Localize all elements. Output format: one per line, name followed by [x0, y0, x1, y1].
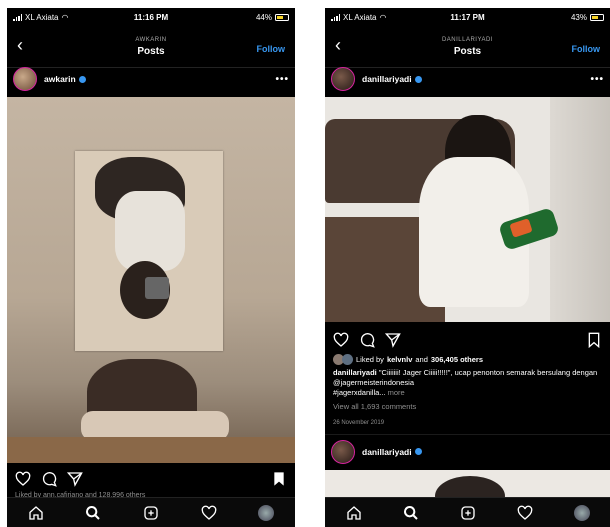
heart-icon[interactable] — [15, 471, 31, 487]
battery-icon — [590, 13, 604, 21]
post-username[interactable]: danillariyadi — [362, 447, 412, 457]
phone-screen-left: XL Axiata ◠ 11:16 PM 44% ‹ AWKARIN Posts… — [7, 8, 295, 527]
bottom-tab-bar — [7, 497, 295, 527]
liked-by-user[interactable]: kelvnlv — [387, 355, 412, 365]
clock: 11:16 PM — [133, 12, 169, 22]
wifi-icon: ◠ — [379, 12, 387, 22]
comment-icon[interactable] — [41, 471, 57, 487]
post-photo[interactable] — [325, 97, 610, 322]
liked-by-prefix: Liked by — [356, 354, 384, 364]
share-icon[interactable] — [67, 471, 83, 487]
phone-screen-right: XL Axiata ◠ 11:17 PM 43% ‹ DANILLARIYADI… — [325, 8, 610, 527]
caption-text: "Ciiiiiii! Jager Ciiiii!!!!!", ucap peno… — [378, 368, 598, 377]
status-bar: XL Axiata ◠ 11:17 PM 43% — [325, 8, 610, 26]
add-icon[interactable] — [460, 505, 476, 521]
caption-mention[interactable]: @jagermeisterindonesia — [333, 378, 414, 387]
activity-icon[interactable] — [201, 505, 217, 521]
signal-icon — [13, 13, 22, 21]
post-username[interactable]: danillariyadi — [362, 74, 412, 84]
home-icon[interactable] — [28, 505, 44, 521]
liker-avatar — [342, 354, 353, 365]
caption-username[interactable]: danillariyadi — [333, 368, 377, 377]
profile-icon[interactable] — [573, 504, 590, 521]
avatar[interactable] — [331, 439, 355, 464]
avatar[interactable] — [13, 67, 37, 91]
nav-subtitle: AWKARIN — [135, 37, 167, 43]
status-bar: XL Axiata ◠ 11:16 PM 44% — [7, 8, 295, 26]
next-post-header: danillariyadi — [325, 434, 610, 468]
post-username[interactable]: awkarin — [44, 74, 76, 84]
verified-icon — [414, 448, 422, 455]
post-date: 26 November 2019 — [333, 420, 385, 426]
heart-icon[interactable] — [333, 332, 349, 348]
share-icon[interactable] — [385, 332, 401, 348]
caption-hashtag[interactable]: #jagerxdanilla... — [333, 388, 386, 397]
post-header: danillariyadi ••• — [325, 62, 610, 96]
signal-icon — [331, 13, 340, 21]
wifi-icon: ◠ — [61, 12, 69, 22]
post-caption: danillariyadi "Ciiiiiii! Jager Ciiiii!!!… — [333, 368, 602, 398]
post-actions — [7, 467, 295, 491]
next-post-photo[interactable] — [325, 470, 610, 500]
search-icon[interactable] — [85, 505, 101, 521]
follow-button[interactable]: Follow — [572, 44, 601, 54]
activity-icon[interactable] — [517, 505, 533, 521]
verified-icon — [414, 75, 422, 83]
clock: 11:17 PM — [450, 12, 485, 22]
home-icon[interactable] — [346, 505, 362, 521]
carrier-label: XL Axiata — [25, 12, 59, 22]
verified-icon — [78, 75, 86, 83]
follow-button[interactable]: Follow — [257, 44, 286, 54]
liked-by-and: and — [415, 354, 428, 364]
battery-percent: 44% — [255, 12, 272, 22]
profile-icon[interactable] — [258, 504, 275, 521]
post-photo[interactable] — [7, 97, 295, 463]
more-options-icon[interactable]: ••• — [590, 74, 604, 85]
bookmark-icon[interactable] — [586, 332, 602, 348]
post-header: awkarin ••• — [7, 62, 295, 96]
search-icon[interactable] — [403, 505, 419, 521]
nav-title: Posts — [453, 46, 482, 57]
nav-subtitle: DANILLARIYADI — [441, 37, 494, 43]
battery-icon — [275, 13, 289, 21]
caption-more-link[interactable]: more — [388, 388, 405, 397]
liked-by-row: Liked by kelvnlv and 306,405 others — [333, 354, 602, 365]
nav-title: Posts — [137, 46, 165, 57]
battery-percent: 43% — [570, 12, 587, 22]
post-actions — [325, 328, 610, 352]
carrier-label: XL Axiata — [343, 12, 377, 22]
comment-icon[interactable] — [359, 332, 375, 348]
more-options-icon[interactable]: ••• — [275, 74, 289, 85]
likes-count[interactable]: 306,405 others — [431, 355, 483, 365]
avatar[interactable] — [331, 67, 355, 91]
bottom-tab-bar — [325, 497, 610, 527]
bookmark-icon[interactable] — [271, 471, 287, 487]
add-icon[interactable] — [143, 505, 159, 521]
view-comments-link[interactable]: View all 1,693 comments — [333, 402, 602, 412]
